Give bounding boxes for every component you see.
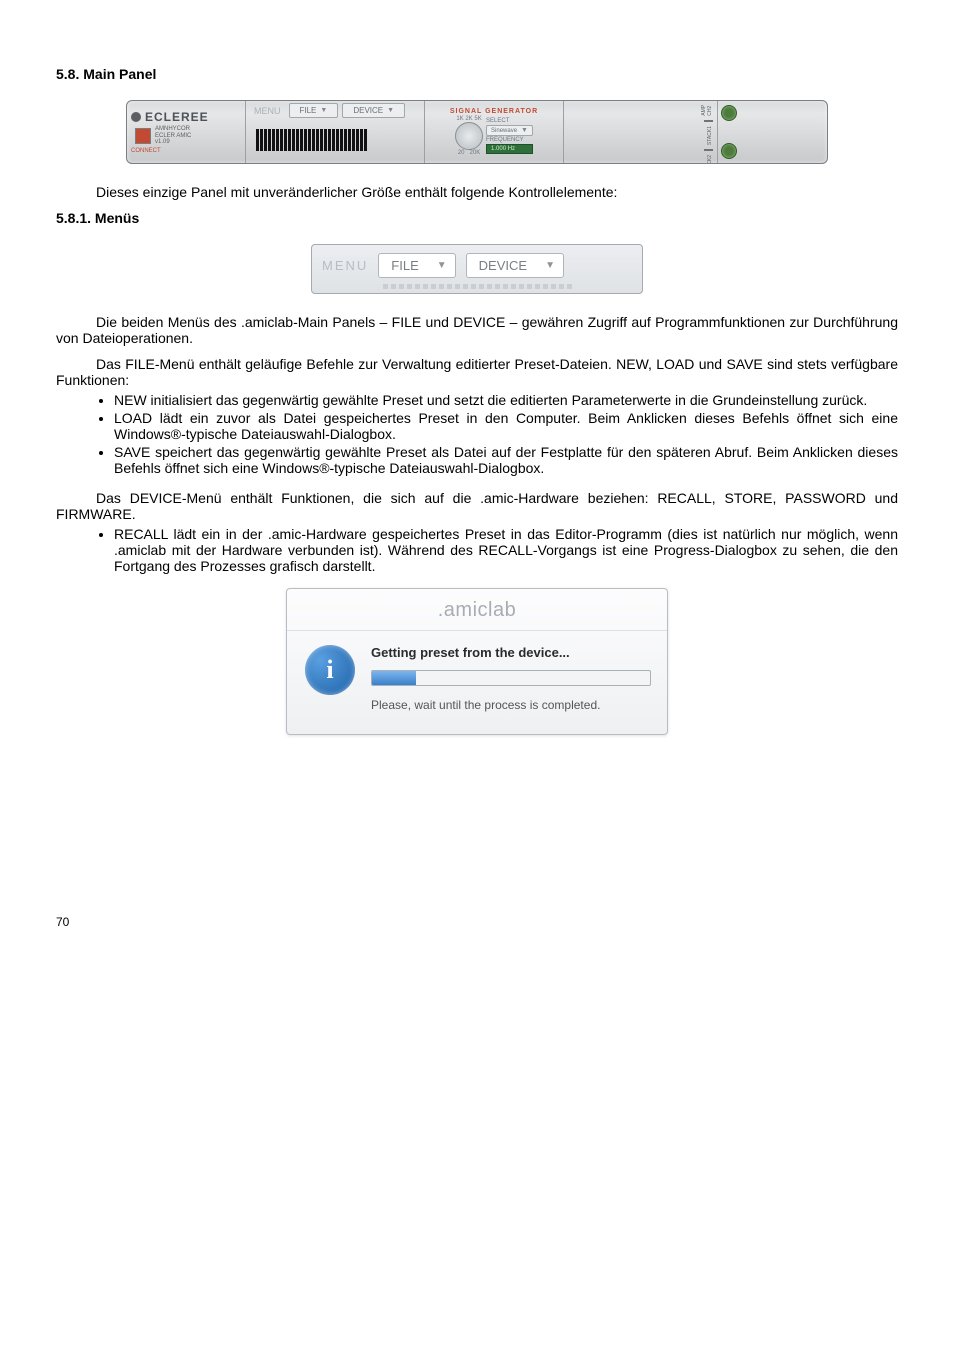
device-menu-paragraph: Das DEVICE-Menü enthält Funktionen, die … (56, 490, 898, 522)
waveform-select[interactable]: Sinewave ▼ (486, 125, 533, 136)
file-menu-dropdown[interactable]: FILE ▼ (378, 253, 455, 278)
device-model-line1: AMNHYCOR (155, 126, 190, 132)
dial-tick-1k: 1K (456, 116, 463, 122)
device-item-recall: RECALL lädt ein in der .amic-Hardware ge… (114, 526, 898, 574)
dial-tick-20k: 20K (470, 150, 481, 156)
menu-strip-label: MENU (322, 258, 368, 273)
meter-label-stack2: STACK2 (707, 155, 713, 164)
product-logo: ECLEREE (145, 110, 209, 124)
device-menu-dropdown[interactable]: DEVICE ▼ (466, 253, 564, 278)
device-color-swatch (135, 128, 151, 144)
device-menu-text: DEVICE (479, 258, 527, 273)
signal-generator-title: SIGNAL GENERATOR (429, 108, 559, 115)
device-version: v1.09 (155, 139, 170, 145)
frequency-display: 1.000 Hz (486, 144, 533, 154)
meter-stack1 (704, 149, 713, 151)
menu-strip-figure: MENU FILE ▼ DEVICE ▼ (311, 244, 643, 294)
main-panel-figure: ECLEREE AMNHYCOR ECLER AMIC v1.09 CONNEC… (126, 100, 828, 164)
meter-label-stack1: STACK1 (707, 126, 713, 145)
menus-intro-paragraph: Die beiden Menüs des .amiclab-Main Panel… (56, 314, 898, 346)
power-bottom-icon[interactable] (721, 143, 737, 159)
dial-tick-20: 20 (458, 150, 465, 156)
file-item-load: LOAD lädt ein zuvor als Datei gespeicher… (114, 410, 898, 442)
logo-dot-icon (131, 112, 141, 122)
heading-menus: 5.8.1. Menüs (56, 210, 898, 226)
panel-device-menu-text: DEVICE (353, 106, 383, 115)
panel-menu-label: MENU (250, 106, 285, 116)
connect-label[interactable]: CONNECT (131, 148, 241, 154)
meter-ch1 (704, 100, 713, 101)
intro-paragraph: Dieses einzige Panel mit unveränderliche… (56, 184, 898, 200)
frequency-dial[interactable] (455, 122, 483, 150)
progress-dialog-figure: .amiclab i Getting preset from the devic… (286, 588, 668, 735)
sig-select-label: SELECT (486, 118, 533, 124)
level-bars (250, 118, 420, 161)
file-menu-paragraph: Das FILE-Menü enthält geläufige Befehle … (56, 356, 898, 388)
device-model-line2: ECLER AMIC (155, 133, 191, 139)
dialog-subtext: Please, wait until the process is comple… (371, 698, 649, 712)
chevron-down-icon: ▼ (387, 107, 394, 114)
panel-file-menu[interactable]: FILE ▼ (289, 103, 339, 118)
file-item-new: NEW initialisiert das gegenwärtig gewähl… (114, 392, 898, 408)
file-item-save: SAVE speichert das gegenwärtig gewählte … (114, 444, 898, 476)
chevron-down-icon: ▼ (521, 127, 528, 134)
panel-device-menu[interactable]: DEVICE ▼ (342, 103, 405, 118)
progress-bar (371, 670, 651, 686)
waveform-value: Sinewave (491, 128, 517, 134)
dialog-title: .amiclab (287, 589, 667, 631)
meter-ch2 (704, 120, 713, 122)
dial-tick-5k: 5K (474, 116, 481, 122)
info-icon: i (305, 645, 355, 695)
page-number: 70 (56, 915, 898, 929)
power-top-icon[interactable] (721, 105, 737, 121)
device-menu-list: RECALL lädt ein in der .amic-Hardware ge… (96, 526, 898, 574)
chevron-down-icon: ▼ (320, 107, 327, 114)
chevron-down-icon: ▼ (437, 260, 447, 271)
chevron-down-icon: ▼ (545, 260, 555, 271)
heading-main-panel: 5.8. Main Panel (56, 66, 898, 82)
menu-decorative-dots (322, 284, 632, 289)
output-meters: AMP CH1 AMP CH2 STACK1 STACK2 (564, 101, 718, 163)
file-menu-text: FILE (391, 258, 418, 273)
file-menu-list: NEW initialisiert das gegenwärtig gewähl… (96, 392, 898, 476)
sig-frequency-label: FREQUENCY (486, 137, 533, 143)
meter-label-ch2: AMP CH2 (701, 105, 713, 116)
dialog-heading: Getting preset from the device... (371, 645, 649, 660)
panel-file-menu-text: FILE (300, 106, 317, 115)
